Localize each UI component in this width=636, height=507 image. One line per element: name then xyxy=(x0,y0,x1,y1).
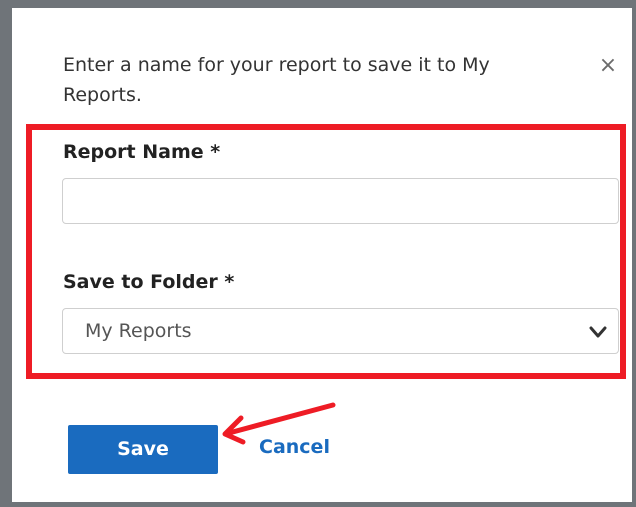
frame-border-left xyxy=(0,0,12,507)
folder-select-value: My Reports xyxy=(85,320,192,342)
report-name-input[interactable] xyxy=(62,178,619,224)
report-name-label: Report Name * xyxy=(63,141,221,163)
folder-label: Save to Folder * xyxy=(63,271,235,293)
frame-border-bottom xyxy=(0,502,636,507)
frame-border-top xyxy=(0,0,636,8)
save-report-dialog: Enter a name for your report to save it … xyxy=(0,0,636,507)
arrow-icon xyxy=(222,402,336,445)
folder-select[interactable]: My Reports xyxy=(62,308,619,354)
chevron-down-icon xyxy=(589,326,607,338)
frame-border-right xyxy=(632,0,636,507)
close-icon[interactable]: × xyxy=(596,54,620,78)
dialog-intro-text: Enter a name for your report to save it … xyxy=(63,54,490,106)
save-button[interactable]: Save xyxy=(68,425,218,474)
